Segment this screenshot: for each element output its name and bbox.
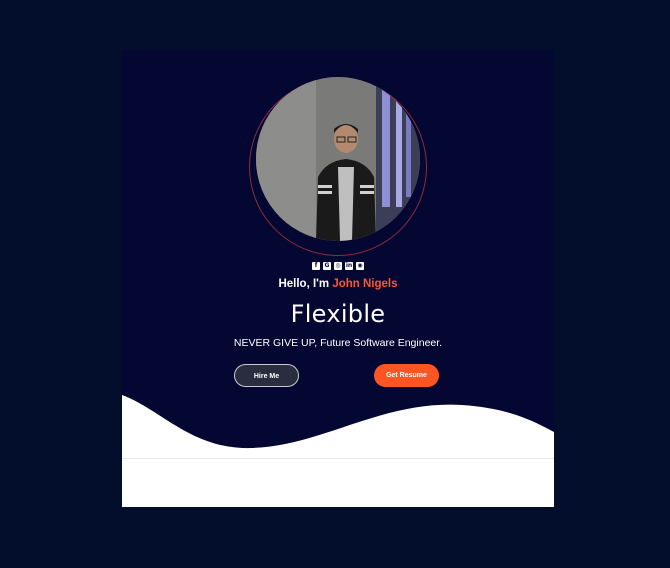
greeting: Hello, I'm John Nigels [122, 278, 554, 290]
section-divider [122, 458, 554, 459]
facebook-icon[interactable]: f [312, 262, 320, 270]
google-icon[interactable]: G [323, 262, 331, 270]
avatar [256, 77, 420, 241]
greeting-prefix: Hello, I'm [278, 278, 333, 290]
hire-me-button[interactable]: Hire Me [234, 364, 299, 387]
headline: Flexible [290, 300, 386, 328]
instagram-icon[interactable]: ◎ [334, 262, 342, 270]
get-resume-button[interactable]: Get Resume [374, 364, 439, 387]
linkedin-icon[interactable]: in [345, 262, 353, 270]
social-links: f G ◎ in ◉ [122, 262, 554, 272]
hero-card: f G ◎ in ◉ Hello, I'm John Nigels Flexible N… [122, 50, 554, 507]
camera-icon[interactable]: ◉ [356, 262, 364, 270]
tagline: NEVER GIVE UP, Future Software Engineer. [233, 337, 443, 349]
profile-name: John Nigels [332, 278, 398, 290]
